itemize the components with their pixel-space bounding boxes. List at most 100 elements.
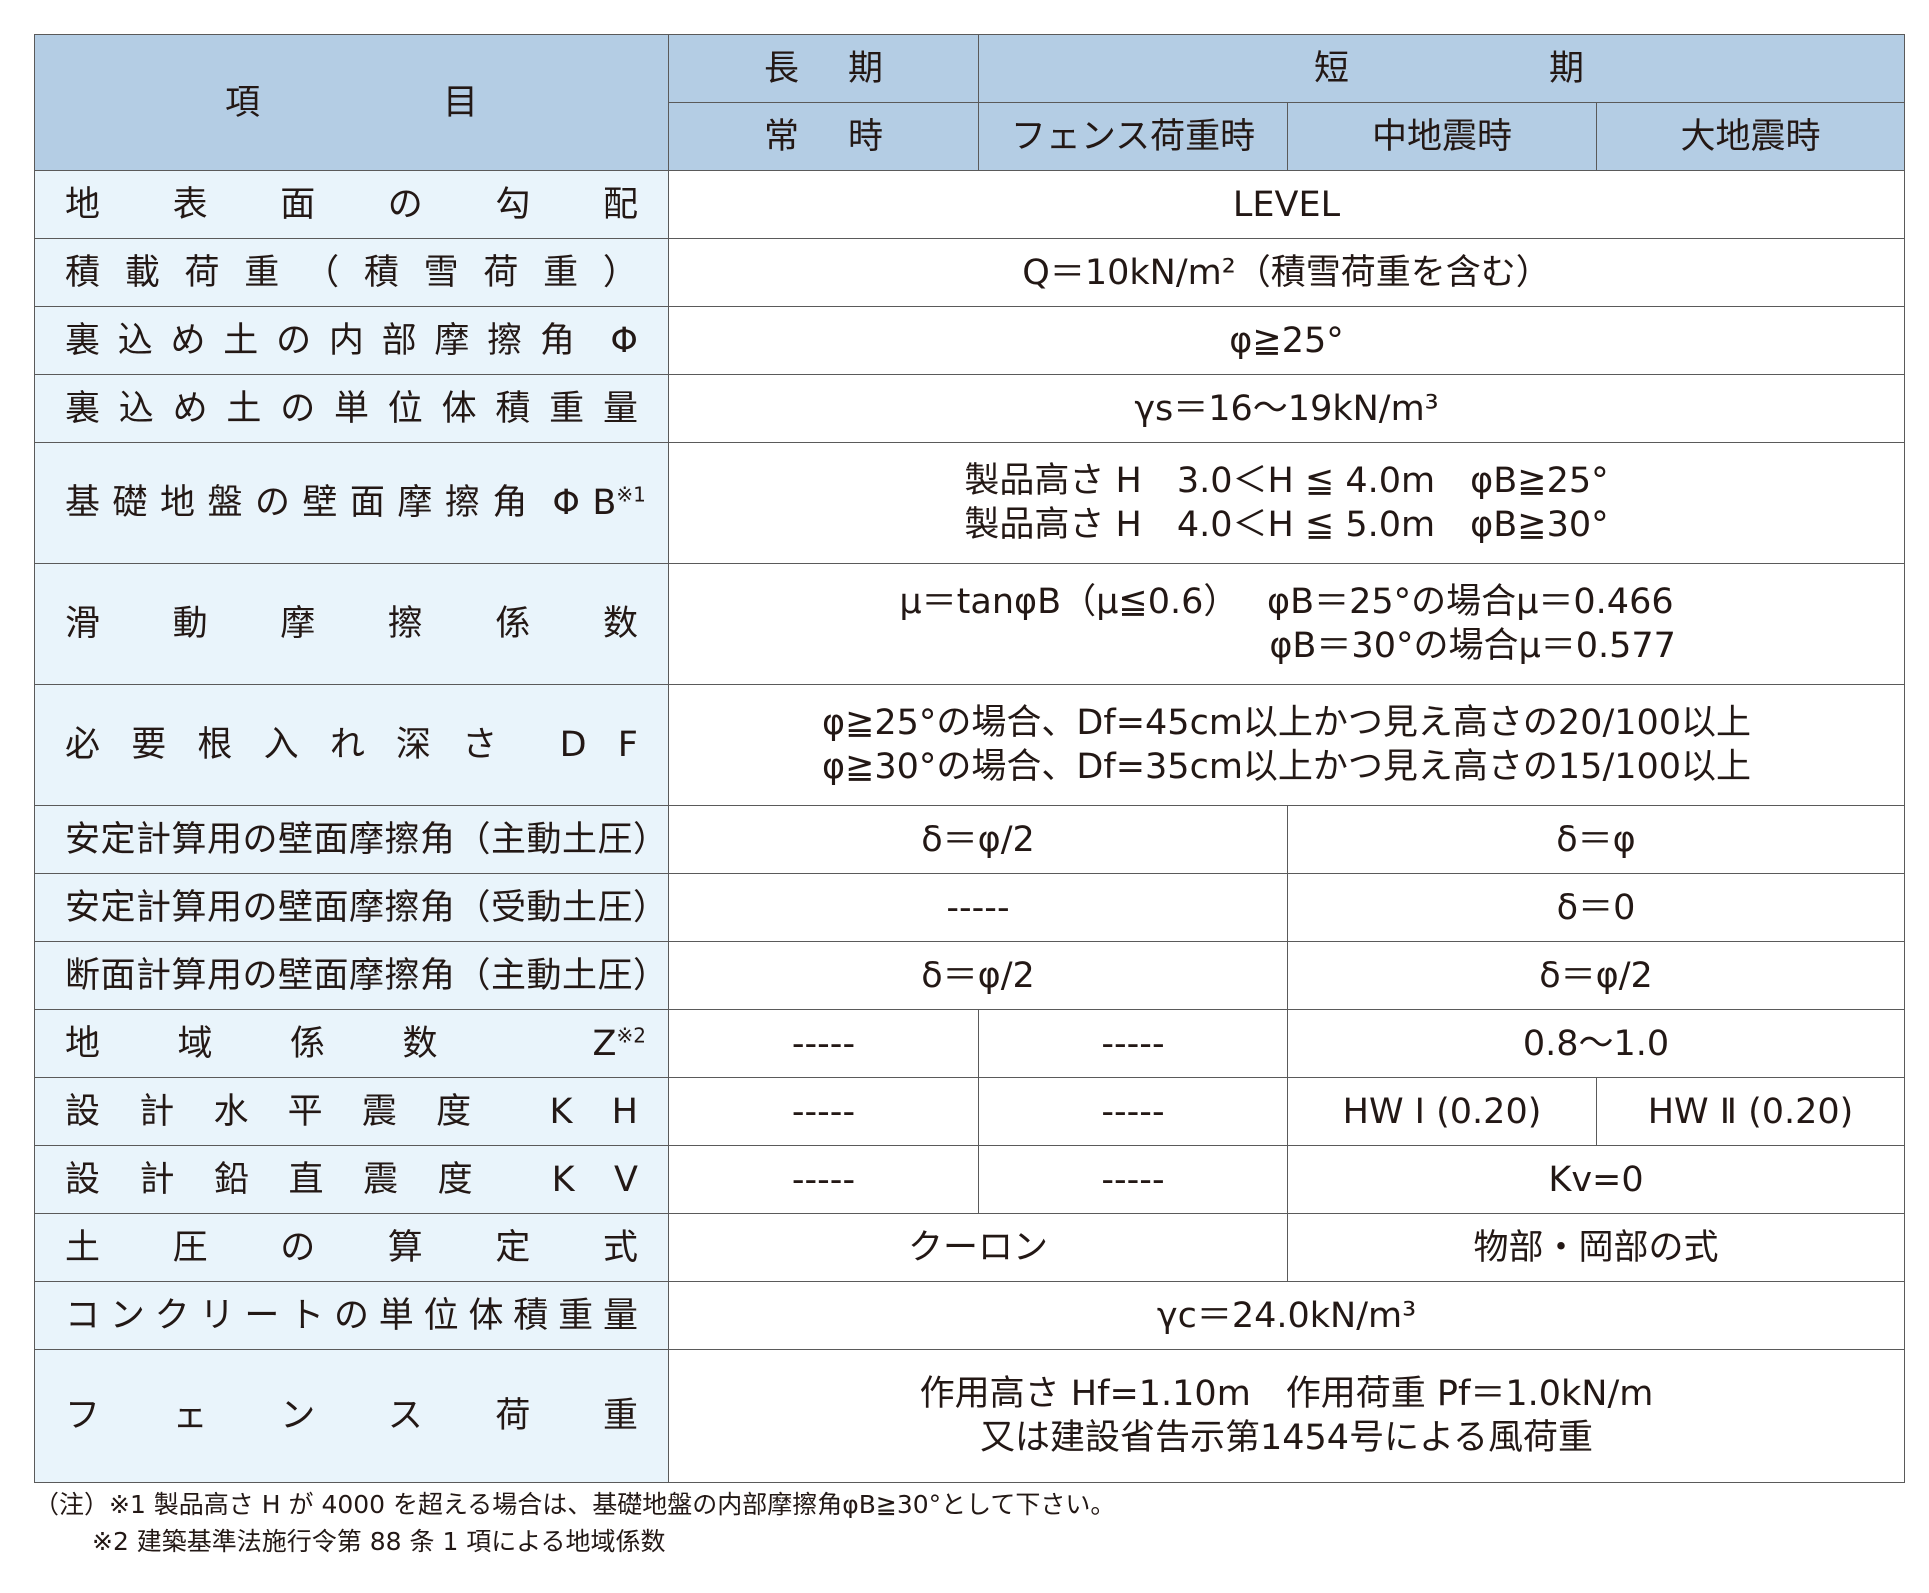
row-slope: 地 表 面 の 勾 配 LEVEL [34, 170, 1906, 239]
long-term-value: ----- [668, 873, 1288, 942]
label-char: め [172, 388, 208, 429]
label-char: 鉛 [214, 1159, 250, 1200]
label-text: 安定計算用の壁面摩擦角（主動土圧） [65, 819, 669, 860]
label-char: 盤 [207, 483, 243, 523]
label-char: 動 [172, 604, 208, 644]
header-short-char: 短 [1314, 48, 1350, 89]
header-short-term: 短 期 [977, 34, 1906, 103]
value-line: 又は建設省告示第1454号による風荷重 [980, 1418, 1594, 1458]
label-char: V [614, 1159, 638, 1200]
label-char: 根 [197, 725, 233, 765]
label-char: ー [244, 1295, 280, 1336]
label-char-with-note: Z※2 [592, 1022, 645, 1066]
label-char: 重 [558, 1295, 594, 1336]
value-line: φ≧30°の場合、Df=35cm以上かつ見え高さの15/100以上 [821, 747, 1752, 787]
label-char: 数 [402, 1023, 438, 1064]
label-char: 度 [437, 1159, 473, 1200]
label-char: 礎 [112, 483, 148, 523]
label-char: 水 [213, 1091, 249, 1132]
label-char: F [617, 725, 638, 765]
label-char: 積 [363, 252, 399, 293]
label-char: ェ [172, 1396, 208, 1436]
row-label: 断面計算用の壁面摩擦角（主動土圧） [34, 941, 669, 1010]
mid-quake-value: HW Ⅰ (0.20) [1287, 1077, 1597, 1146]
label-char: 配 [602, 184, 638, 225]
label-char-with-note: B※1 [592, 481, 646, 525]
label-char: リ [199, 1295, 235, 1336]
label-char: 震 [361, 1091, 397, 1132]
row-label: 積 載 荷 重 （ 積 雪 荷 重 ） [34, 238, 669, 307]
row-label: 設 計 水 平 震 度 K H [34, 1077, 669, 1146]
short-term-value: 物部・岡部の式 [1286, 1213, 1906, 1282]
label-char: 重 [549, 388, 585, 429]
label-char: 積 [65, 252, 101, 293]
label-char: ス [387, 1396, 423, 1436]
value-line: 作用高さ Hf=1.10m 作用荷重 Pf＝1.0kN/m [919, 1374, 1654, 1414]
short-term-value: δ＝φ/2 [1286, 941, 1906, 1010]
value-line: φ≧25°の場合、Df=45cm以上かつ見え高さの20/100以上 [821, 703, 1752, 743]
row-label: 設 計 鉛 直 震 度 K V [34, 1145, 669, 1214]
value-line: 製品高さ H 4.0＜H ≦ 5.0m φB≧30° [964, 505, 1609, 545]
label-char: Φ [552, 483, 580, 523]
row-sliding: 滑 動 摩 擦 係 数 μ＝tanφB（μ≦0.6） φB＝25°の場合μ＝0.… [34, 563, 1906, 685]
label-char: 裏 [65, 388, 101, 429]
row-label: コ ン ク リ ー ト の 単 位 体 積 重 量 [34, 1281, 669, 1350]
label-char: 勾 [495, 184, 531, 225]
normal-value: ----- [668, 1009, 979, 1078]
label-char: Z [592, 1023, 617, 1064]
label-char: 重 [543, 252, 579, 293]
fence-value: ----- [978, 1009, 1288, 1078]
label-char: ン [280, 1396, 316, 1436]
header-row-1: 項 目 長 期 短 期 [34, 34, 1906, 171]
label-char: H [611, 1091, 638, 1132]
header-large-quake: 大地震時 [1595, 102, 1906, 171]
row-stability-passive: 安定計算用の壁面摩擦角（受動土圧） ----- δ＝0 [34, 873, 1906, 942]
label-char: 内 [328, 320, 364, 361]
label-char: 擦 [444, 483, 480, 523]
short-term-value: δ＝φ [1286, 805, 1906, 874]
label-char: 重 [602, 1396, 638, 1436]
label-char: ト [289, 1295, 325, 1336]
label-char: 擦 [387, 604, 423, 644]
header-fence-load: フェンス荷重時 [978, 102, 1288, 171]
label-char: 積 [495, 388, 531, 429]
label-char: 込 [118, 388, 154, 429]
label-char: の [280, 388, 316, 429]
label-char: ） [602, 252, 638, 293]
label-char: の [254, 483, 290, 523]
label-char: の [333, 1295, 369, 1336]
row-kh: 設 計 水 平 震 度 K H ----- ----- HW Ⅰ (0.20) … [34, 1077, 1906, 1146]
row-fence-load: フ ェ ン ス 荷 重 作用高さ Hf=1.10m 作用荷重 Pf＝1.0kN/… [34, 1349, 1906, 1483]
label-char: の [387, 184, 423, 225]
large-quake-value: HW Ⅱ (0.20) [1595, 1077, 1906, 1146]
row-section-active: 断面計算用の壁面摩擦角（主動土圧） δ＝φ/2 δ＝φ/2 [34, 941, 1906, 1010]
footnote-1: （注）※1 製品高さ H が 4000 を超える場合は、基礎地盤の内部摩擦角φB… [34, 1490, 1116, 1519]
label-char: 係 [495, 604, 531, 644]
long-term-value: クーロン [668, 1213, 1288, 1282]
footnotes: （注）※1 製品高さ H が 4000 を超える場合は、基礎地盤の内部摩擦角φB… [34, 1486, 1115, 1560]
label-char: の [280, 1227, 316, 1268]
label-char: 面 [349, 483, 385, 523]
label-char: 土 [226, 388, 262, 429]
label-text: 断面計算用の壁面摩擦角（主動土圧） [65, 955, 669, 996]
label-char: 地 [159, 483, 195, 523]
label-char: 設 [65, 1091, 101, 1132]
header-long-char: 期 [847, 48, 883, 89]
label-char: 必 [65, 725, 101, 765]
value-cell: φ≧25° [667, 306, 1906, 375]
row-label: 地 域 係 数 Z※2 [34, 1009, 669, 1078]
label-char: 単 [378, 1295, 414, 1336]
label-char: 計 [139, 1091, 175, 1132]
row-label: 安定計算用の壁面摩擦角（主動土圧） [34, 805, 669, 874]
label-char: 圧 [172, 1227, 208, 1268]
label-char: 直 [288, 1159, 324, 1200]
label-char: 平 [287, 1091, 323, 1132]
row-label: 基 礎 地 盤 の 壁 面 摩 擦 角 Φ B※1 [34, 442, 669, 564]
label-char: 要 [131, 725, 167, 765]
label-char: 基 [65, 483, 101, 523]
label-char: 表 [172, 184, 208, 225]
label-char: 積 [513, 1295, 549, 1336]
header-item-char: 項 [225, 82, 261, 123]
header-mid-quake: 中地震時 [1287, 102, 1597, 171]
label-char: 面 [280, 184, 316, 225]
